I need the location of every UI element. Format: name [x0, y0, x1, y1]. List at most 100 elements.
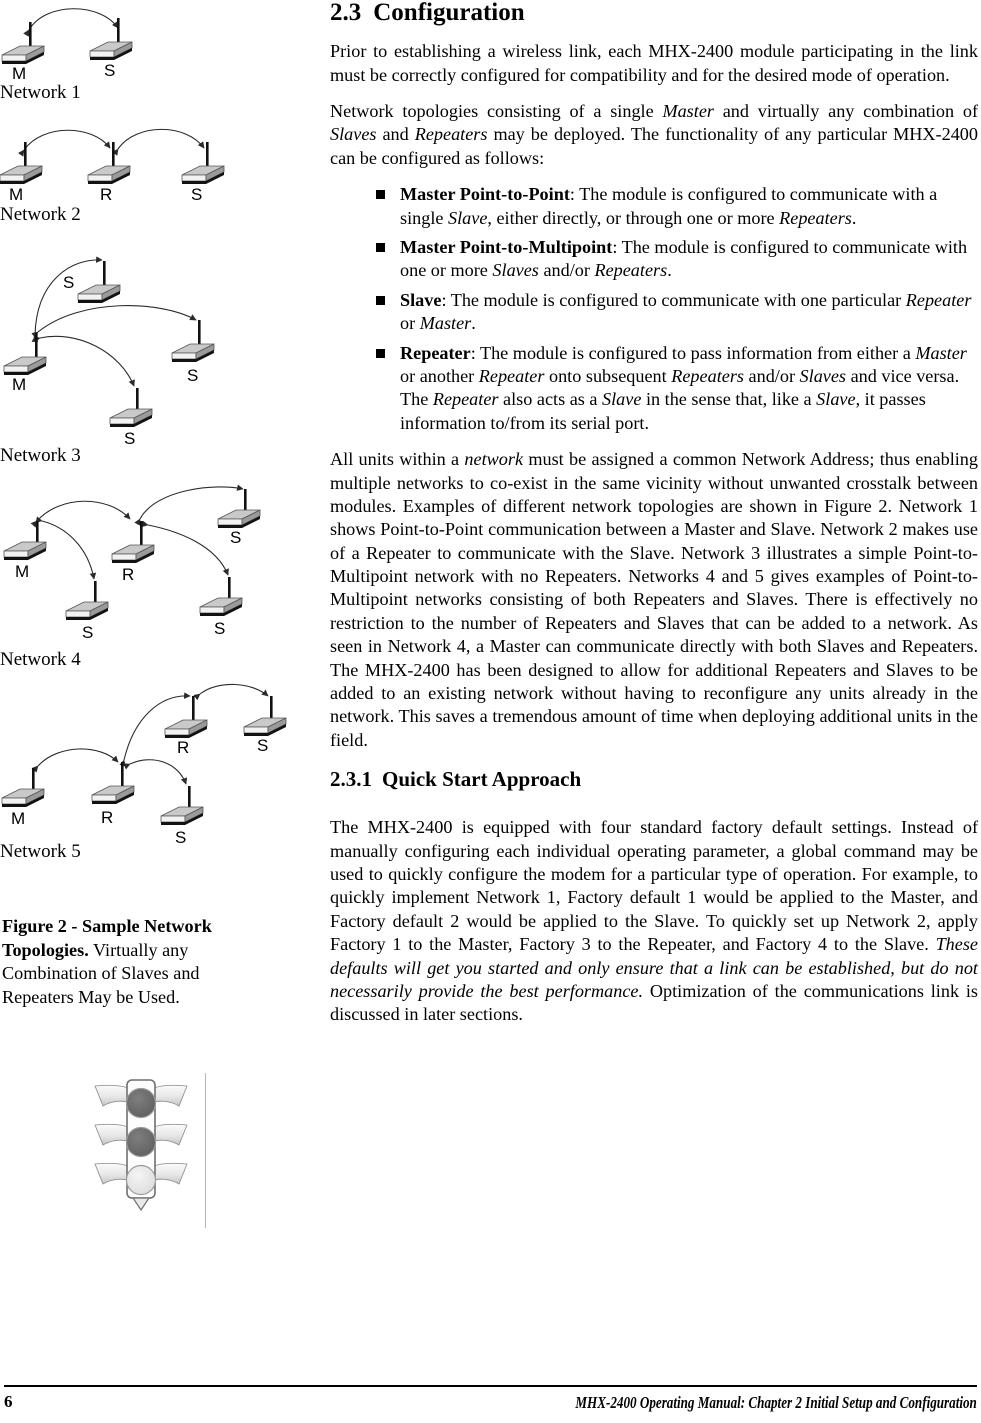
- network-1-label: Network 1: [0, 82, 81, 103]
- network-diagram-2: M R S Network 2: [0, 118, 260, 224]
- device-slave: [181, 142, 225, 184]
- p2-part-b: and virtually any combination of: [713, 101, 978, 122]
- bullet-term: Master Point-to-Multipoint: [400, 236, 613, 257]
- bullet-text: .: [471, 313, 476, 334]
- p3-part-a: All units within a: [330, 449, 465, 470]
- bullet-emph: Repeaters: [779, 207, 852, 228]
- node-role-label: S: [191, 185, 202, 204]
- device-repeater: [87, 142, 131, 184]
- node-role-label: M: [12, 64, 26, 82]
- device-slave: [171, 320, 215, 362]
- p2-part-a: Network topologies consisting of a singl…: [330, 101, 663, 122]
- section-heading: 2.3 Configuration: [330, 0, 978, 26]
- network-diagram-1: M S Network 1: [0, 0, 250, 102]
- square-bullet-icon: [376, 190, 385, 200]
- subsection-number: 2.3.1: [330, 767, 372, 792]
- device-master: [0, 142, 43, 184]
- network-diagram-3: S M S S Network 3: [0, 248, 260, 465]
- paragraph-intro: Prior to establishing a wireless link, e…: [330, 40, 978, 87]
- lamp-top: [125, 1087, 157, 1119]
- bullet-text: .: [667, 260, 672, 281]
- paragraph-topologies: Network topologies consisting of a singl…: [330, 100, 978, 170]
- network-3-label: Network 3: [0, 445, 81, 466]
- device-slave: [217, 489, 261, 528]
- p2-part-c: and: [376, 124, 415, 145]
- bullet-term: Master Point-to-Point: [400, 184, 570, 205]
- traffic-light-icon: [94, 1079, 188, 1212]
- bullet-text: or another: [400, 365, 479, 386]
- node-role-label: S: [214, 619, 225, 638]
- list-item: Master Point-to-Point: The module is con…: [330, 183, 978, 230]
- bullet-text: onto subsequent: [544, 365, 672, 386]
- p2-emph-master: Master: [662, 101, 714, 122]
- network-1-svg: M S: [1, 8, 133, 82]
- bullet-text: and/or: [538, 260, 595, 281]
- footer-divider: [4, 1385, 977, 1387]
- list-item: Master Point-to-Multipoint: The module i…: [330, 236, 978, 283]
- device-master: [3, 521, 47, 560]
- bullet-text: or: [400, 313, 420, 334]
- node-role-label: S: [257, 736, 268, 755]
- bullet-emph: Master: [419, 313, 472, 334]
- figure-column: M S Network 1 M R S Network 2 S M S S Ne…: [0, 0, 300, 1330]
- bullet-text: : The module is configured to communicat…: [441, 289, 906, 310]
- subsection-heading: 2.3.1 Quick Start Approach: [330, 768, 978, 790]
- list-item: Slave: The module is configured to commu…: [330, 289, 978, 336]
- network-diagram-5: R S M R S Network 5: [0, 676, 300, 861]
- device-slave: [77, 261, 121, 303]
- node-role-label: M: [11, 809, 25, 828]
- bullet-text: .: [851, 207, 857, 228]
- device-slave: [109, 388, 153, 427]
- p2-emph-repeaters: Repeaters: [414, 124, 488, 145]
- node-role-label: S: [124, 429, 135, 448]
- lamp-bottom: [125, 1164, 157, 1196]
- network-5-svg: R S M R S: [1, 683, 287, 847]
- network-diagram-4: S M R S S Network 4: [0, 477, 275, 669]
- device-repeater: [164, 696, 208, 738]
- bullet-emph: Repeater: [478, 365, 545, 386]
- bullet-emph: Slave: [602, 389, 642, 410]
- bullet-emph: Slave: [448, 207, 488, 228]
- p3-part-b: must be assigned a common Network Addres…: [330, 449, 978, 750]
- bullet-emph: Master: [915, 342, 967, 363]
- device-master: [1, 22, 45, 64]
- device-slave: [65, 581, 109, 620]
- square-bullet-icon: [376, 348, 385, 358]
- network-2-svg: M R S: [0, 128, 225, 204]
- network-5-label: Network 5: [0, 841, 81, 862]
- section-number: 2.3: [330, 0, 362, 26]
- square-bullet-icon: [376, 295, 385, 305]
- bullet-text: in the sense that, like a: [641, 389, 817, 410]
- node-role-label: S: [82, 623, 93, 642]
- traffic-light-graphic: [85, 1070, 210, 1235]
- bullet-emph: Slaves: [492, 260, 539, 281]
- network-4-label: Network 4: [0, 649, 81, 670]
- bullet-emph: Repeaters: [594, 260, 668, 281]
- subsection-title: Quick Start Approach: [382, 767, 582, 792]
- node-role-label: S: [187, 366, 198, 385]
- document-page: M S Network 1 M R S Network 2 S M S S Ne…: [0, 0, 981, 1423]
- node-role-label: R: [100, 185, 112, 204]
- bullet-term: Repeater: [400, 342, 471, 363]
- bullet-text: , either directly, or through one or mor…: [487, 207, 780, 228]
- list-item: Repeater: The module is configured to pa…: [330, 342, 978, 436]
- node-role-label: R: [122, 565, 134, 584]
- p4-part-a: The MHX-2400 is equipped with four stand…: [330, 817, 978, 955]
- node-role-label: R: [177, 738, 189, 757]
- body-text-column: 2.3 Configuration Prior to establishing a…: [330, 0, 978, 1280]
- device-master: [3, 333, 47, 375]
- device-slave: [243, 696, 287, 736]
- bullet-emph: Repeater: [905, 289, 972, 310]
- paragraph-network-address: All units within a network must be assig…: [330, 448, 978, 752]
- paragraph-quick-start: The MHX-2400 is equipped with four stand…: [330, 816, 978, 1027]
- bullet-emph: Repeater: [432, 389, 499, 410]
- node-role-label: M: [15, 562, 29, 581]
- p2-emph-slaves: Slaves: [330, 124, 377, 145]
- lamp-middle: [125, 1126, 157, 1158]
- node-role-label: S: [104, 61, 115, 80]
- bullet-term: Slave: [400, 289, 442, 310]
- bullet-text: : The module is configured to pass infor…: [470, 342, 916, 363]
- p3-emph-network: network: [464, 449, 524, 470]
- configuration-mode-list: Master Point-to-Point : The module is con…: [330, 183, 978, 435]
- graphic-divider-line: [205, 1073, 206, 1228]
